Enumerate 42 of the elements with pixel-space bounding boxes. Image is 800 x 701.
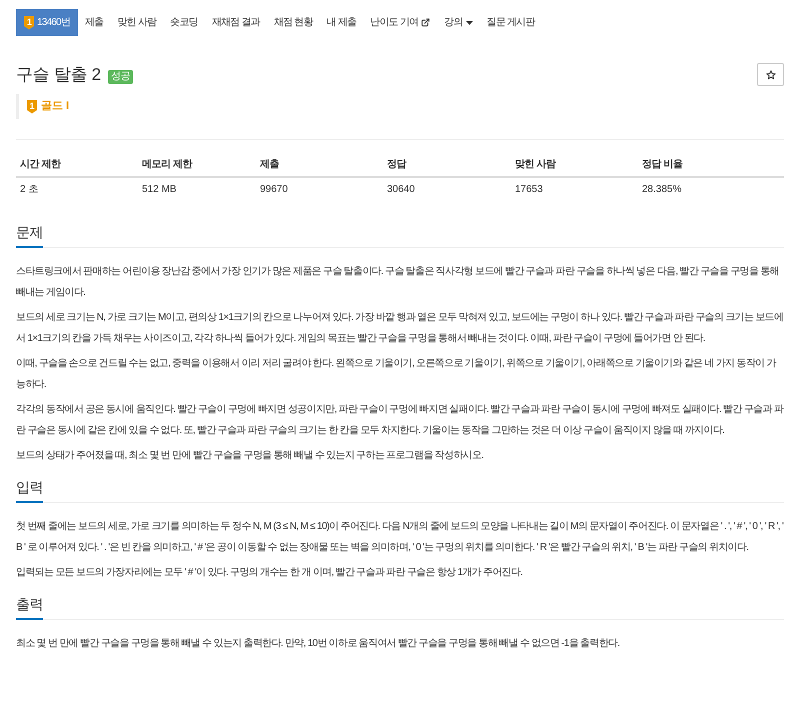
section-heading: 문제 bbox=[16, 222, 43, 248]
table-cell-text: 512 MB bbox=[141, 182, 178, 196]
table-cell-text: 99670 bbox=[259, 182, 289, 196]
tier-label: 골드 I bbox=[41, 99, 70, 114]
status-badge: 성공 bbox=[108, 70, 133, 84]
external-link-icon bbox=[421, 18, 430, 27]
favorite-button[interactable] bbox=[757, 63, 784, 86]
body-paragraph: 입력되는 모든 보드의 가장자리에는 모두 ' # '이 있다. 구멍의 개수는 한 개 이며, 빨간 구슬과 파란 구슬은 항상 1개가 주어진다. bbox=[16, 566, 524, 580]
column-header: 메모리 제한 bbox=[138, 153, 256, 178]
table-cell-text: 28.385% bbox=[641, 182, 682, 196]
star-icon bbox=[766, 70, 776, 80]
table-cell-text: 2 초 bbox=[19, 182, 40, 196]
nav-tab[interactable]: 내 제출 bbox=[320, 9, 364, 36]
nav-tab[interactable]: 맞힌 사람 bbox=[110, 9, 164, 36]
section-heading: 출력 bbox=[16, 594, 43, 620]
column-header: 정답 bbox=[383, 153, 511, 178]
body-paragraph: 이때, 구슬을 손으로 건드릴 수는 없고, 중력을 이용해서 이리 저리 굴려야 한다. 왼쪽으로 기울이기, 오른쪽으로 기울이기, 위쪽으로 기울이기, 아래쪽으로 기울이기와 같은 네 가지 동작이 가능하다. bbox=[16, 357, 778, 392]
caret-down-icon bbox=[466, 20, 473, 24]
column-header: 제출 bbox=[256, 153, 383, 178]
nav-tab[interactable]: 채점 현황 bbox=[266, 9, 320, 36]
body-paragraph: 보드의 상태가 주어졌을 때, 최소 몇 번 만에 빨간 구슬을 구멍을 통해 빼낼 수 있는지 구하는 프로그램을 작성하시오. bbox=[16, 449, 484, 463]
nav-tab[interactable]: 강의 bbox=[437, 9, 480, 36]
nav-tab[interactable]: 난이도 기여 bbox=[363, 9, 438, 36]
section-heading: 입력 bbox=[16, 477, 43, 503]
column-header: 정답 비율 bbox=[638, 153, 784, 178]
tier-badge: 1 bbox=[27, 100, 37, 114]
body-paragraph: 보드의 세로 크기는 N, 가로 크기는 M이고, 편의상 1×1크기의 칸으로 나누어져 있다. 가장 바깥 행과 열은 모두 막혀져 있고, 보드에는 구멍이 하나 있다. 빨간 구슬과 파란 구슬의 크기는 보드에서 1×1크기의 칸을 가득 채우는 사이즈이고, 각각 하나씩 들어가 있다. 게임의 목표는 빨간 구슬을 구멍을 통해서 빼내는 것이다. 이때, 파란 구슬이 구멍에 들어가면 안 된다. bbox=[16, 311, 784, 346]
body-paragraph: 스타트링크에서 판매하는 어린이용 장난감 중에서 가장 인기가 많은 제품은 구슬 탈출이다. 구슬 탈출은 직사각형 보드에 빨간 구슬과 파란 구슬을 하나씩 넣은 다음, 빨간 구슬을 구멍을 통해 빼내는 게임이다. bbox=[16, 265, 780, 300]
column-header: 맞힌 사람 bbox=[511, 153, 638, 178]
table-cell-text: 17653 bbox=[514, 182, 544, 196]
body-paragraph: 최소 몇 번 만에 빨간 구슬을 구멍을 통해 빼낼 수 있는지 출력한다. 만약, 10번 이하로 움직여서 빨간 구슬을 구멍을 통해 빼낼 수 없으면 -1을 출력한다. bbox=[16, 637, 620, 651]
column-header: 시간 제한 bbox=[16, 153, 138, 178]
problem-title: 구슬 탈출 2 bbox=[16, 64, 101, 86]
nav-tab[interactable]: 제출 bbox=[78, 9, 110, 36]
nav-tab[interactable]: 1 13460번 bbox=[16, 9, 78, 36]
body-paragraph: 각각의 동작에서 공은 동시에 움직인다. 빨간 구슬이 구멍에 빠지면 성공이지만, 파란 구슬이 구멍에 빠지면 실패이다. 빨간 구슬과 파란 구슬이 동시에 구멍에 빠져도 실패이다. 빨간 구슬과 파란 구슬은 동시에 같은 칸에 있을 수 없다. 또, 빨간 구슬과 파란 구슬의 크기는 한 칸을 모두 차지한다. 기울이는 동작을 그만하는 것은 더 이상 구슬이 움직이지 않을 때 까지이다. bbox=[16, 403, 784, 438]
body-paragraph: 첫 번째 줄에는 보드의 세로, 가로 크기를 의미하는 두 정수 N, M (3 ≤ N, M ≤ 10)이 주어진다. 다음 N개의 줄에 보드의 모양을 나타내는 길이 M의 문자열이 주어진다. 이 문자열은 ' . ', ' # ', ' 0 ', ' R ', ' B ' 로 이루어져 있다. ' . '은 빈 칸을 의미하고, ' # '은 공이 이동할 수 없는 장애물 또는 벽을 의미하며, ' 0 '는 구멍의 위치를 의미한다. ' R '은 빨간 구슬의 위치, ' B '는 파란 구슬의 위치이다. bbox=[16, 520, 784, 555]
table-cell-text: 30640 bbox=[386, 182, 416, 196]
nav-tab[interactable]: 숏코딩 bbox=[163, 9, 205, 36]
nav-tab[interactable]: 질문 게시판 bbox=[480, 9, 542, 36]
nav-tab[interactable]: 재채점 결과 bbox=[204, 9, 267, 36]
tier-badge: 1 bbox=[24, 16, 34, 30]
